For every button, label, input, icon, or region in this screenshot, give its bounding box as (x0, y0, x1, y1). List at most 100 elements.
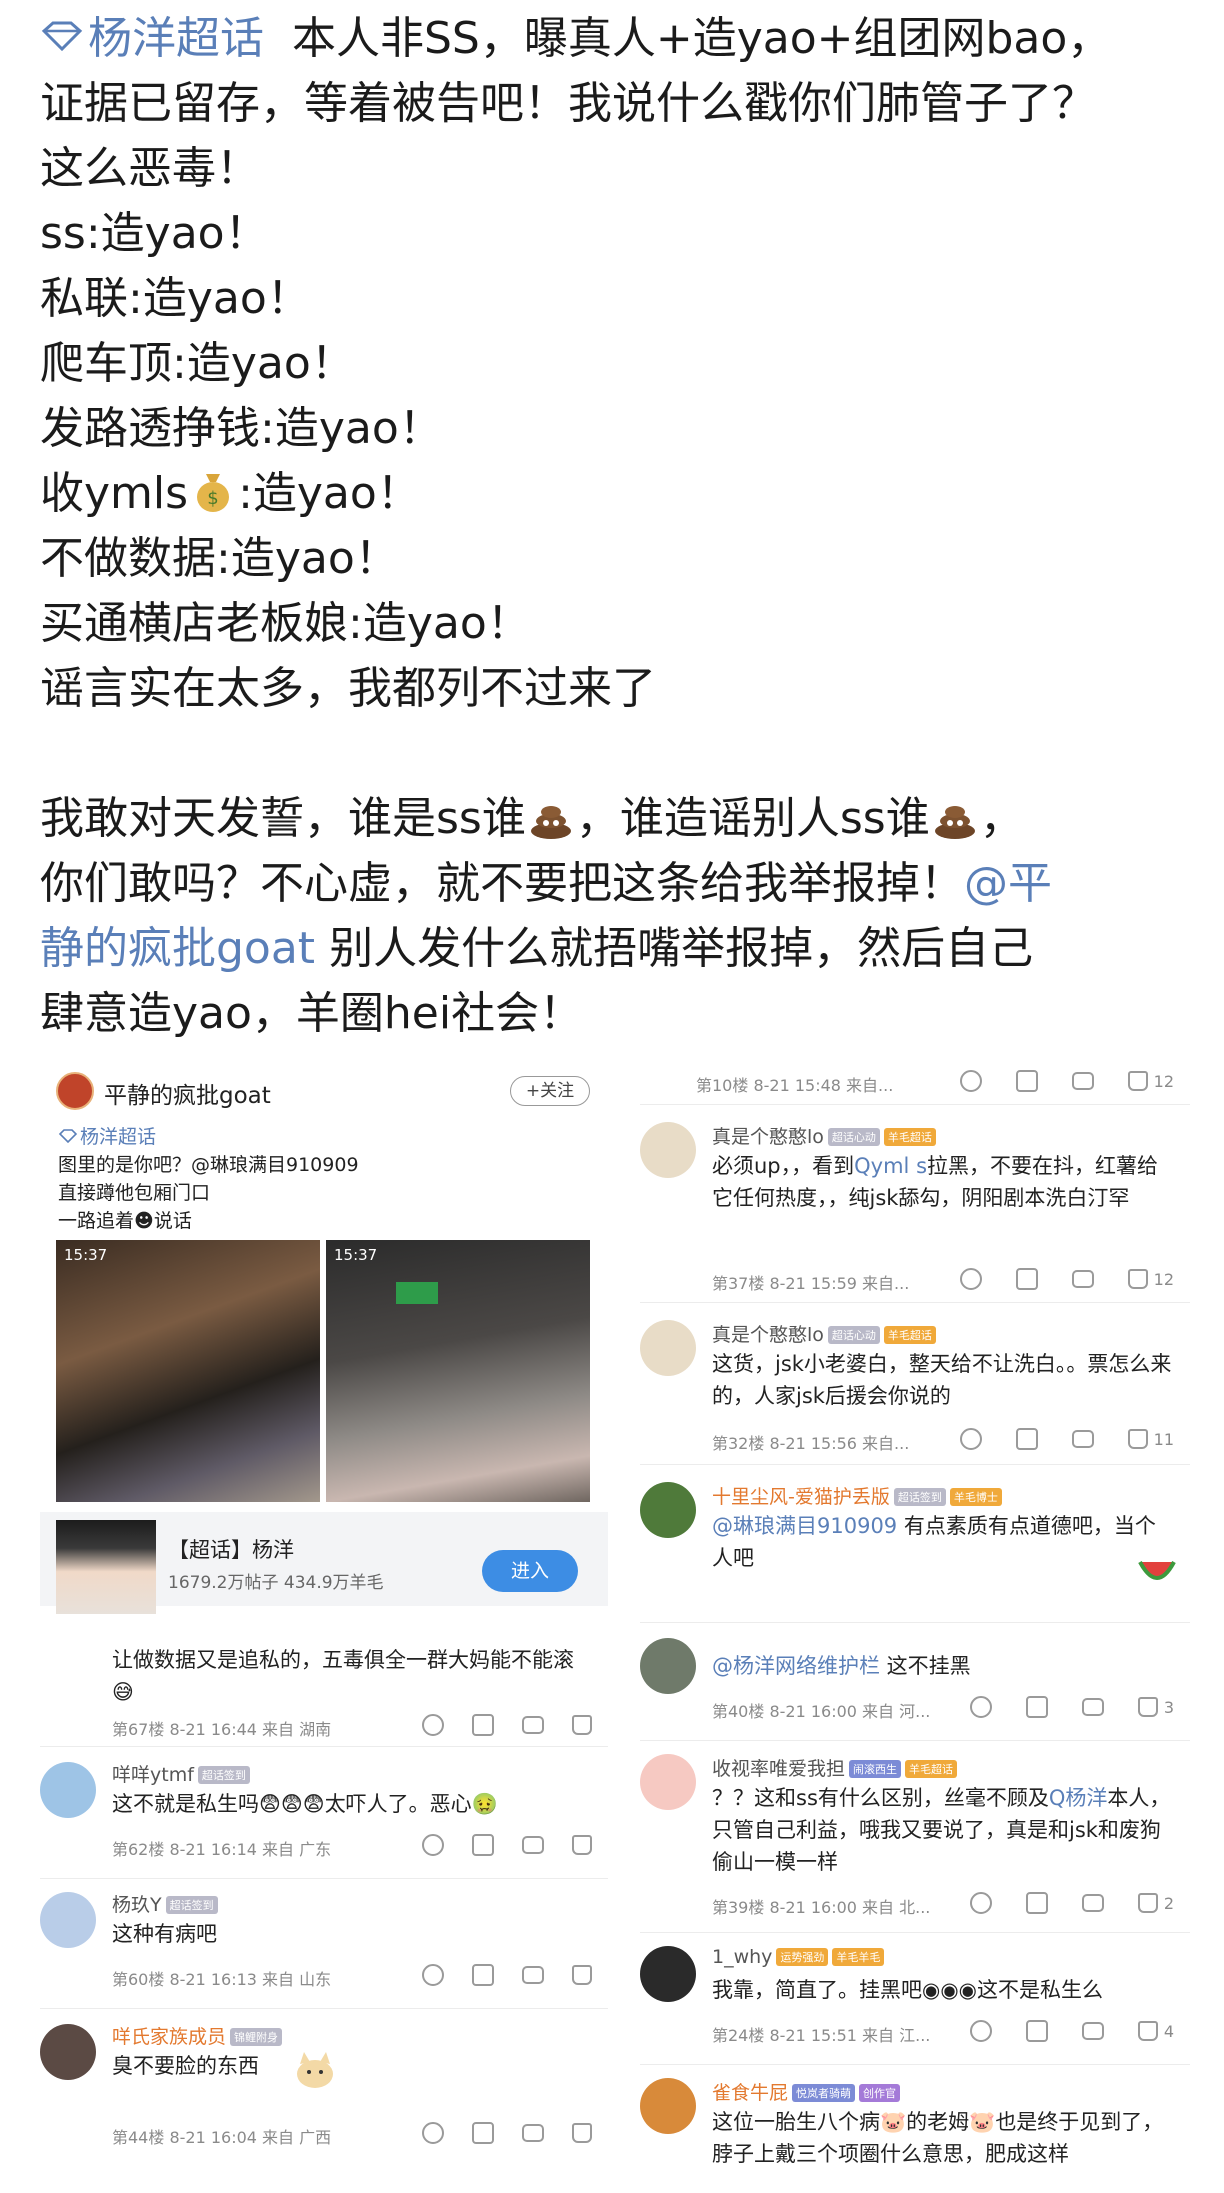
comment-list-right: 第10楼 8-21 15:48 来自... 12 真是个憨憨lo 超话心动 羊毛超话… (640, 1056, 1190, 2193)
avatar[interactable] (40, 2024, 96, 2080)
mention-link[interactable]: 静的疯批goat (40, 923, 315, 974)
body-text: 的老姆 (906, 2110, 970, 2134)
share-icon[interactable] (472, 1964, 494, 1986)
dislike-icon[interactable] (959, 1268, 982, 1290)
like-button[interactable]: 11 (1127, 1429, 1174, 1449)
username-text: 雀食牛屁 (712, 2082, 789, 2104)
comment-username[interactable]: 咩咩ytmf 超话签到 (112, 1760, 250, 1787)
diamond-icon (41, 21, 83, 51)
comment-item: 真是个憨憨lo 超话心动 羊毛超话 必须up，，看到Qyml s拉黑，不要在抖，红薯… (640, 1120, 1190, 1300)
card-tag-label: 杨洋超话 (80, 1126, 157, 1148)
avatar[interactable] (40, 1762, 96, 1818)
dislike-icon[interactable] (959, 1428, 982, 1450)
body-text: 让做数据又是追私的，五毒俱全一群大妈能不能滚 (112, 1648, 574, 1672)
share-icon[interactable] (1025, 1892, 1048, 1914)
comment-username[interactable]: 1_why 运势强劲 羊毛羊毛 (712, 1946, 885, 1968)
share-icon[interactable] (1015, 1428, 1038, 1450)
share-icon[interactable] (1025, 2020, 1048, 2042)
post-para2-line-3: 静的疯批goat 别人发什么就捂嘴举报掉，然后自己 (40, 916, 1200, 981)
share-icon[interactable] (1025, 1696, 1048, 1718)
photo-1[interactable]: 15:37 (56, 1240, 320, 1502)
exit-sign (396, 1282, 438, 1304)
emoji-icon: 😨😨😨 (259, 1792, 325, 1816)
emoji-icon: 🤢 (471, 1792, 498, 1816)
dislike-icon[interactable] (422, 1964, 444, 1986)
badge: 羊毛超话 (905, 1760, 958, 1778)
card-username[interactable]: 平静的疯批goat (104, 1076, 271, 1110)
like-button[interactable]: 12 (1127, 1071, 1174, 1091)
dislike-icon[interactable] (969, 2020, 992, 2042)
post-item: 买通横店老板娘:造yao！ (40, 598, 531, 649)
supertopic-group-card[interactable]: 【超话】杨洋 1679.2万帖子 434.9万羊毛 进入 (40, 1512, 608, 1614)
dislike-icon[interactable] (959, 1070, 982, 1092)
comment-username[interactable]: 杨玖Y 超话签到 (112, 1890, 218, 1917)
like-button[interactable]: 4 (1137, 2021, 1174, 2041)
dislike-icon[interactable] (969, 1892, 992, 1914)
share-icon[interactable] (1015, 1268, 1038, 1290)
emoji-icon: 😅 (112, 1680, 134, 1704)
dislike-icon[interactable] (969, 1696, 992, 1718)
thumbs-up-icon[interactable] (572, 1835, 592, 1855)
avatar[interactable] (640, 1946, 696, 2002)
share-icon[interactable] (472, 1714, 494, 1736)
mention-link[interactable]: @平 (964, 858, 1052, 909)
comment-username[interactable]: 雀食牛屁 悦岚者骑萌 创作官 (712, 2078, 901, 2105)
comment-icon[interactable] (1071, 1430, 1094, 1448)
comment-icon[interactable] (522, 1716, 544, 1734)
mention-link[interactable]: Q杨洋 (1049, 1786, 1108, 1810)
comment-username[interactable]: 咩氏家族成员 锦鲤附身 (112, 2022, 283, 2049)
card-text-line: 一路追着☻说话 (58, 1206, 192, 1233)
comment-username[interactable]: 真是个憨憨lo 超话心动 羊毛超话 (712, 1320, 936, 1347)
like-button[interactable]: 12 (1127, 1269, 1174, 1289)
comment-icon[interactable] (1071, 1270, 1094, 1288)
follow-button[interactable]: +关注 (510, 1076, 590, 1106)
avatar[interactable] (640, 1320, 696, 1376)
like-button[interactable]: 3 (1137, 1697, 1174, 1717)
dislike-icon[interactable] (422, 1834, 444, 1856)
group-name: 【超话】杨洋 (168, 1538, 294, 1562)
card-text-part: 一路追着 (58, 1210, 135, 1232)
dislike-icon[interactable] (422, 1714, 444, 1736)
avatar[interactable] (640, 1482, 696, 1538)
avatar[interactable] (56, 1072, 94, 1110)
comment-icon[interactable] (522, 1966, 544, 1984)
comment-icon[interactable] (1081, 2022, 1104, 2040)
divider (640, 1104, 1190, 1105)
like-count: 4 (1163, 2021, 1174, 2041)
comment-actions: 4 (969, 2020, 1174, 2042)
share-icon[interactable] (1015, 1070, 1038, 1092)
thumbs-up-icon[interactable] (572, 1715, 592, 1735)
username-text: 咩咩ytmf (112, 1764, 194, 1786)
comment-body: @杨洋网络维护栏 这不挂黑 (712, 1650, 1174, 1682)
share-icon[interactable] (472, 1834, 494, 1856)
avatar[interactable] (640, 1754, 696, 1810)
supertopic-tag-label: 杨洋超话 (88, 13, 264, 64)
avatar[interactable] (640, 2078, 696, 2134)
mention-link[interactable]: @杨洋网络维护栏 (712, 1654, 880, 1678)
share-icon[interactable] (472, 2122, 494, 2144)
photo-2[interactable]: 15:37 (326, 1240, 590, 1502)
comment-icon[interactable] (522, 2124, 544, 2142)
badge: 超话签到 (893, 1488, 946, 1506)
body-text: 太吓人了。恶心 (324, 1792, 472, 1816)
enter-button[interactable]: 进入 (482, 1550, 578, 1592)
comment-username[interactable]: 真是个憨憨lo 超话心动 羊毛超话 (712, 1122, 936, 1149)
comment-username[interactable]: 收视率唯爱我担 闹滚西生 羊毛超话 (712, 1754, 958, 1781)
comment-icon[interactable] (1081, 1698, 1104, 1716)
comment-username[interactable]: 十里尘风-爱猫护丢版 超话签到 羊毛博士 (712, 1482, 1002, 1509)
comment-icon[interactable] (522, 1836, 544, 1854)
comment-icon[interactable] (1071, 1072, 1094, 1090)
avatar[interactable] (40, 1892, 96, 1948)
dislike-icon[interactable] (422, 2122, 444, 2144)
like-button[interactable]: 2 (1137, 1893, 1174, 1913)
card-supertopic-tag[interactable]: 杨洋超话 (58, 1122, 156, 1149)
supertopic-tag[interactable]: 杨洋超话 (40, 13, 264, 64)
mention-link[interactable]: Qyml s (854, 1154, 927, 1178)
comment-icon[interactable] (1081, 1894, 1104, 1912)
card-text-line: 直接蹲他包厢门口 (58, 1182, 211, 1204)
thumbs-up-icon[interactable] (572, 1965, 592, 1985)
avatar[interactable] (640, 1638, 696, 1694)
mention-link[interactable]: @琳琅满目910909 (712, 1514, 897, 1538)
avatar[interactable] (640, 1122, 696, 1178)
thumbs-up-icon[interactable] (572, 2123, 592, 2143)
